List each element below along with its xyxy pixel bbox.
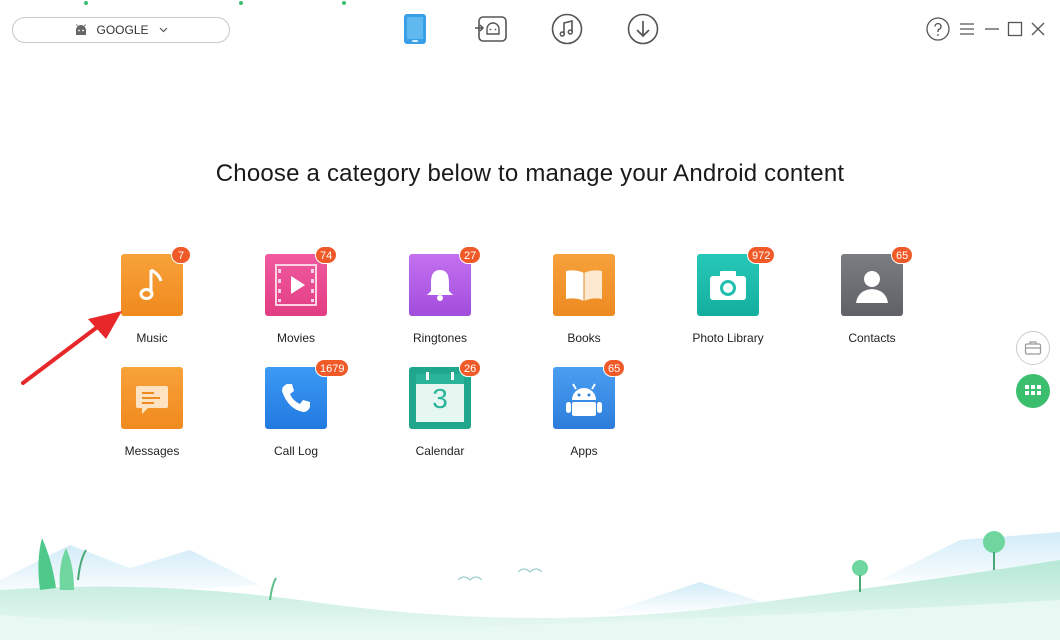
- category-ringtones[interactable]: 27 Ringtones: [380, 246, 500, 345]
- status-dot: [84, 1, 88, 5]
- calendar-day: 3: [432, 383, 448, 414]
- category-books[interactable]: Books: [524, 254, 644, 345]
- phone-icon: 1679: [265, 359, 350, 429]
- music-manager-icon[interactable]: [550, 12, 584, 46]
- pointer-arrow: [21, 311, 122, 385]
- category-label: Calendar: [415, 444, 465, 458]
- device-manager-icon[interactable]: [398, 12, 432, 46]
- close-icon[interactable]: [1027, 18, 1049, 40]
- count-badge: 65: [891, 246, 914, 264]
- count-badge: 27: [459, 246, 482, 264]
- status-dot: [342, 1, 346, 5]
- category-apps[interactable]: 65 Apps: [524, 359, 644, 458]
- count-badge: 7: [171, 246, 191, 264]
- message-icon: [121, 367, 183, 429]
- landscape-decoration: [0, 531, 1060, 640]
- android-icon: [74, 24, 88, 36]
- category-label: Books: [567, 331, 601, 345]
- category-calendar[interactable]: 3 26 Calendar: [380, 359, 500, 458]
- book-icon: [553, 254, 615, 316]
- category-view-button[interactable]: [1016, 374, 1050, 408]
- grid-icon: [1025, 385, 1041, 395]
- category-label: Movies: [276, 331, 315, 345]
- count-badge: 74: [315, 246, 338, 264]
- category-label: Call Log: [273, 444, 319, 458]
- music-note-icon: 7: [121, 246, 191, 316]
- page-title: Choose a category below to manage your A…: [215, 160, 845, 187]
- count-badge: 1679: [315, 359, 350, 377]
- maximize-icon[interactable]: [1004, 18, 1026, 40]
- help-icon[interactable]: [926, 17, 950, 41]
- category-label: Apps: [570, 444, 598, 458]
- count-badge: 65: [603, 359, 626, 377]
- device-name: GOOGLE: [96, 23, 149, 37]
- android-robot-icon: 65: [553, 359, 626, 429]
- toolbox-button[interactable]: [1016, 331, 1050, 365]
- count-badge: 26: [459, 359, 482, 377]
- camera-icon: 972: [697, 246, 776, 316]
- person-icon: 65: [841, 246, 914, 316]
- category-contacts[interactable]: 65 Contacts: [812, 246, 932, 345]
- category-label: Contacts: [848, 331, 896, 345]
- briefcase-icon: [1024, 341, 1042, 355]
- status-dot: [239, 1, 243, 5]
- calendar-icon: 3 26: [409, 359, 482, 429]
- device-selector[interactable]: GOOGLE: [12, 17, 230, 43]
- category-label: Photo Library: [692, 331, 764, 345]
- category-label: Messages: [124, 444, 180, 458]
- count-badge: 972: [747, 246, 776, 264]
- menu-icon[interactable]: [956, 18, 978, 40]
- category-movies[interactable]: 74 Movies: [236, 246, 356, 345]
- download-icon[interactable]: [626, 12, 660, 46]
- minimize-icon[interactable]: [981, 18, 1003, 40]
- film-play-icon: 74: [265, 246, 338, 316]
- android-mover-icon[interactable]: [474, 12, 508, 46]
- chevron-down-icon: [159, 25, 168, 36]
- category-call-log[interactable]: 1679 Call Log: [236, 359, 356, 458]
- bell-icon: 27: [409, 246, 482, 316]
- category-photo-library[interactable]: 972 Photo Library: [668, 246, 788, 345]
- category-label: Ringtones: [412, 331, 468, 345]
